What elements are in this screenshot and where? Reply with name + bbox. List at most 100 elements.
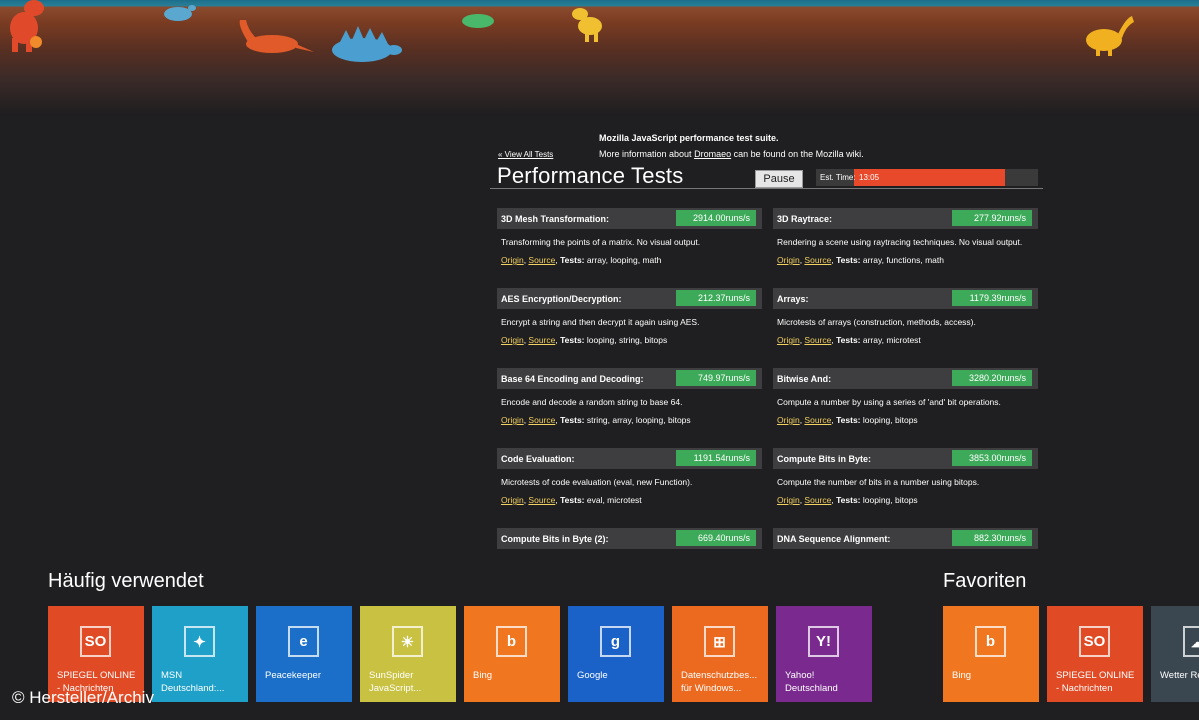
test-card: Compute Bits in Byte: 3853.00runs/s Comput… xyxy=(773,448,1038,505)
test-description: Transforming the points of a matrix. No … xyxy=(501,237,701,247)
test-description: Microtests of arrays (construction, meth… xyxy=(777,317,976,327)
group-title-favorites: Favoriten xyxy=(943,570,1027,592)
test-card-header: Bitwise And: 3280.20runs/s xyxy=(773,368,1038,389)
source-link[interactable]: Source xyxy=(528,415,555,425)
test-card-header: Arrays: 1179.39runs/s xyxy=(773,288,1038,309)
bing-icon: b xyxy=(496,626,527,657)
origin-link[interactable]: Origin xyxy=(501,495,524,505)
pause-button[interactable]: Pause xyxy=(755,170,803,188)
test-score: 1191.54runs/s xyxy=(676,450,756,466)
origin-link[interactable]: Origin xyxy=(777,335,800,345)
test-card-header: 3D Raytrace: 277.92runs/s xyxy=(773,208,1038,229)
start-tile[interactable]: e Peacekeeper xyxy=(256,606,352,702)
suite-title: Mozilla JavaScript performance test suit… xyxy=(599,133,779,143)
tile-label: SunSpider JavaScript... xyxy=(369,670,422,694)
start-tile[interactable]: Y! Yahoo! Deutschland xyxy=(776,606,872,702)
start-tile[interactable]: g Google xyxy=(568,606,664,702)
dino-illustration xyxy=(10,0,1134,62)
yellow-dino-icon xyxy=(572,8,602,42)
test-meta: Origin, Source, Tests: looping, string, … xyxy=(501,335,668,345)
test-card: DNA Sequence Alignment: 882.30runs/s xyxy=(773,528,1038,549)
test-name: Bitwise And: xyxy=(777,374,832,384)
tile-label: Wetter Regione xyxy=(1160,670,1199,681)
test-card-header: Compute Bits in Byte: 3853.00runs/s xyxy=(773,448,1038,469)
copyright-watermark: © Hersteller/Archiv xyxy=(12,688,154,707)
start-tile[interactable]: ☁ Wetter Regione xyxy=(1151,606,1199,702)
source-link[interactable]: Source xyxy=(804,255,831,265)
test-card-header: DNA Sequence Alignment: 882.30runs/s xyxy=(773,528,1038,549)
group-title-frequent: Häufig verwendet xyxy=(48,570,204,592)
test-card: Compute Bits in Byte (2): 669.40runs/s xyxy=(497,528,762,549)
test-card-header: AES Encryption/Decryption: 212.37runs/s xyxy=(497,288,762,309)
page-title: Performance Tests xyxy=(497,163,684,188)
test-score: 212.37runs/s xyxy=(676,290,756,306)
estimated-time-bar: Est. Time: 13:05 xyxy=(816,169,1038,186)
test-description: Encrypt a string and then decrypt it aga… xyxy=(501,317,700,327)
dino-banner xyxy=(0,0,1199,115)
test-meta: Origin, Source, Tests: eval, microtest xyxy=(501,495,642,505)
test-score: 669.40runs/s xyxy=(676,530,756,546)
estimated-time-value: 13:05 xyxy=(859,173,880,182)
tile-label: Bing xyxy=(952,670,972,681)
tile-label: Datenschutzbes... für Windows... xyxy=(681,670,758,694)
test-card: 3D Mesh Transformation: 2914.00runs/s Tran… xyxy=(497,208,762,265)
test-name: Code Evaluation: xyxy=(501,454,575,464)
test-categories: string, array, looping, bitops xyxy=(584,415,691,425)
tile-label: Yahoo! Deutschland xyxy=(785,670,838,694)
origin-link[interactable]: Origin xyxy=(501,335,524,345)
view-all-tests-link[interactable]: « View All Tests xyxy=(498,150,553,159)
start-tile[interactable]: b Bing xyxy=(464,606,560,702)
test-meta: Origin, Source, Tests: array, functions,… xyxy=(777,255,944,265)
header-divider xyxy=(490,188,1043,189)
test-description: Rendering a scene using raytracing techn… xyxy=(777,237,1023,247)
test-card-header: Base 64 Encoding and Decoding: 749.97runs… xyxy=(497,368,762,389)
tile-label: MSN Deutschland:... xyxy=(161,670,225,694)
origin-link[interactable]: Origin xyxy=(777,495,800,505)
test-card-header: 3D Mesh Transformation: 2914.00runs/s xyxy=(497,208,762,229)
test-description: Microtests of code evaluation (eval, new… xyxy=(501,477,693,487)
source-link[interactable]: Source xyxy=(804,335,831,345)
test-score: 882.30runs/s xyxy=(952,530,1032,546)
test-card: Code Evaluation: 1191.54runs/s Microtests … xyxy=(497,448,762,505)
yahoo-icon: Y! xyxy=(808,626,839,657)
orange-longneck-dino-icon xyxy=(239,20,314,53)
test-card: Arrays: 1179.39runs/s Microtests of arrays… xyxy=(773,288,1038,345)
test-meta: Origin, Source, Tests: array, looping, m… xyxy=(501,255,662,265)
source-link[interactable]: Source xyxy=(528,255,555,265)
test-categories: looping, bitops xyxy=(860,415,918,425)
test-meta: Origin, Source, Tests: looping, bitops xyxy=(777,495,918,505)
yellow-dino-right-icon xyxy=(1086,16,1134,56)
origin-link[interactable]: Origin xyxy=(501,255,524,265)
origin-link[interactable]: Origin xyxy=(777,255,800,265)
origin-link[interactable]: Origin xyxy=(777,415,800,425)
more-info-line: More information about Dromaeo can be fo… xyxy=(599,149,864,159)
test-name: AES Encryption/Decryption: xyxy=(501,294,622,304)
test-card-header: Code Evaluation: 1191.54runs/s xyxy=(497,448,762,469)
test-meta: Origin, Source, Tests: string, array, lo… xyxy=(501,415,691,425)
start-tile[interactable]: b Bing xyxy=(943,606,1039,702)
tile-label: SPIEGEL ONLINE - Nachrichten xyxy=(1056,670,1135,694)
test-card: Bitwise And: 3280.20runs/s Compute a numbe… xyxy=(773,368,1038,425)
start-tile[interactable]: ☀ SunSpider JavaScript... xyxy=(360,606,456,702)
test-meta: Origin, Source, Tests: looping, bitops xyxy=(777,415,918,425)
stegosaurus-icon xyxy=(332,26,402,62)
start-tile[interactable]: ✦ MSN Deutschland:... xyxy=(152,606,248,702)
tests-label: Tests: xyxy=(560,495,585,505)
start-tile[interactable]: SO SPIEGEL ONLINE - Nachrichten xyxy=(1047,606,1143,702)
test-name: 3D Mesh Transformation: xyxy=(501,214,610,224)
weather-icon: ☁ xyxy=(1183,626,1199,657)
test-name: Arrays: xyxy=(777,294,809,304)
tests-label: Tests: xyxy=(836,415,861,425)
test-categories: looping, bitops xyxy=(860,495,918,505)
origin-link[interactable]: Origin xyxy=(501,415,524,425)
source-link[interactable]: Source xyxy=(804,495,831,505)
test-description: Compute the number of bits in a number u… xyxy=(777,477,980,487)
blue-dino-small-icon xyxy=(164,5,196,21)
source-link[interactable]: Source xyxy=(804,415,831,425)
test-meta: Origin, Source, Tests: array, microtest xyxy=(777,335,921,345)
source-link[interactable]: Source xyxy=(528,495,555,505)
google-icon: g xyxy=(600,626,631,657)
start-tile[interactable]: ⊞ Datenschutzbes... für Windows... xyxy=(672,606,768,702)
dromaeo-link[interactable]: Dromaeo xyxy=(694,149,731,159)
source-link[interactable]: Source xyxy=(528,335,555,345)
